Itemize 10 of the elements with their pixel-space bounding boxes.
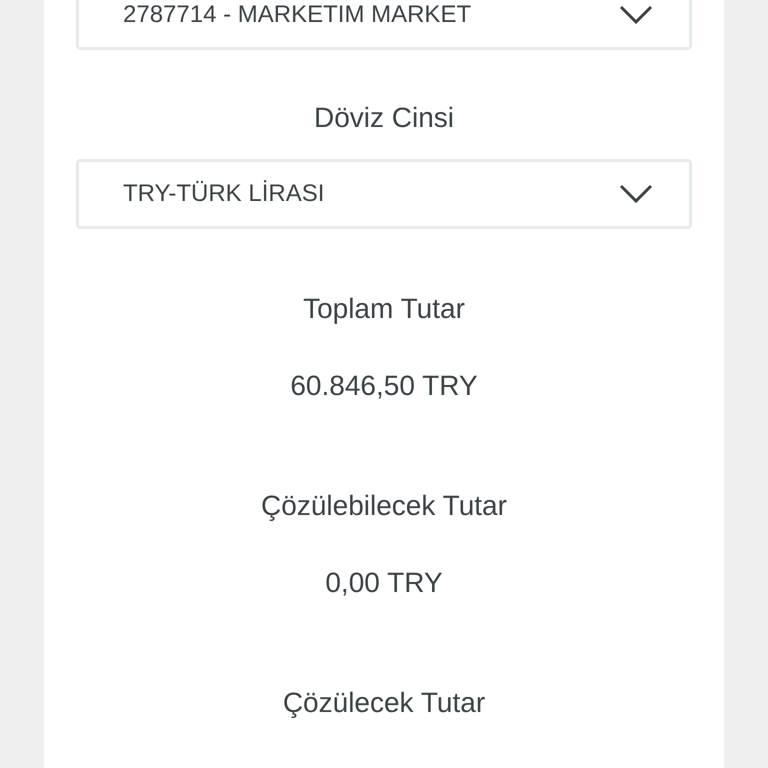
field-label: Döviz Cinsi bbox=[314, 101, 454, 135]
dropdown-select[interactable]: TRY-TÜRK LİRASI bbox=[76, 159, 692, 229]
amount-value: 60.846,50 TRY bbox=[290, 369, 478, 403]
dropdown-select[interactable]: 2787714 - MARKETIM MARKET bbox=[76, 0, 692, 50]
chevron-down-icon bbox=[619, 184, 653, 204]
chevron-down-icon bbox=[619, 5, 653, 25]
amount-label: Çözülecek Tutar bbox=[282, 686, 486, 720]
amount-label: Toplam Tutar bbox=[303, 292, 465, 326]
amount-value: 0,00 TRY bbox=[325, 566, 443, 600]
amount-label: Çözülebilecek Tutar bbox=[261, 489, 507, 523]
